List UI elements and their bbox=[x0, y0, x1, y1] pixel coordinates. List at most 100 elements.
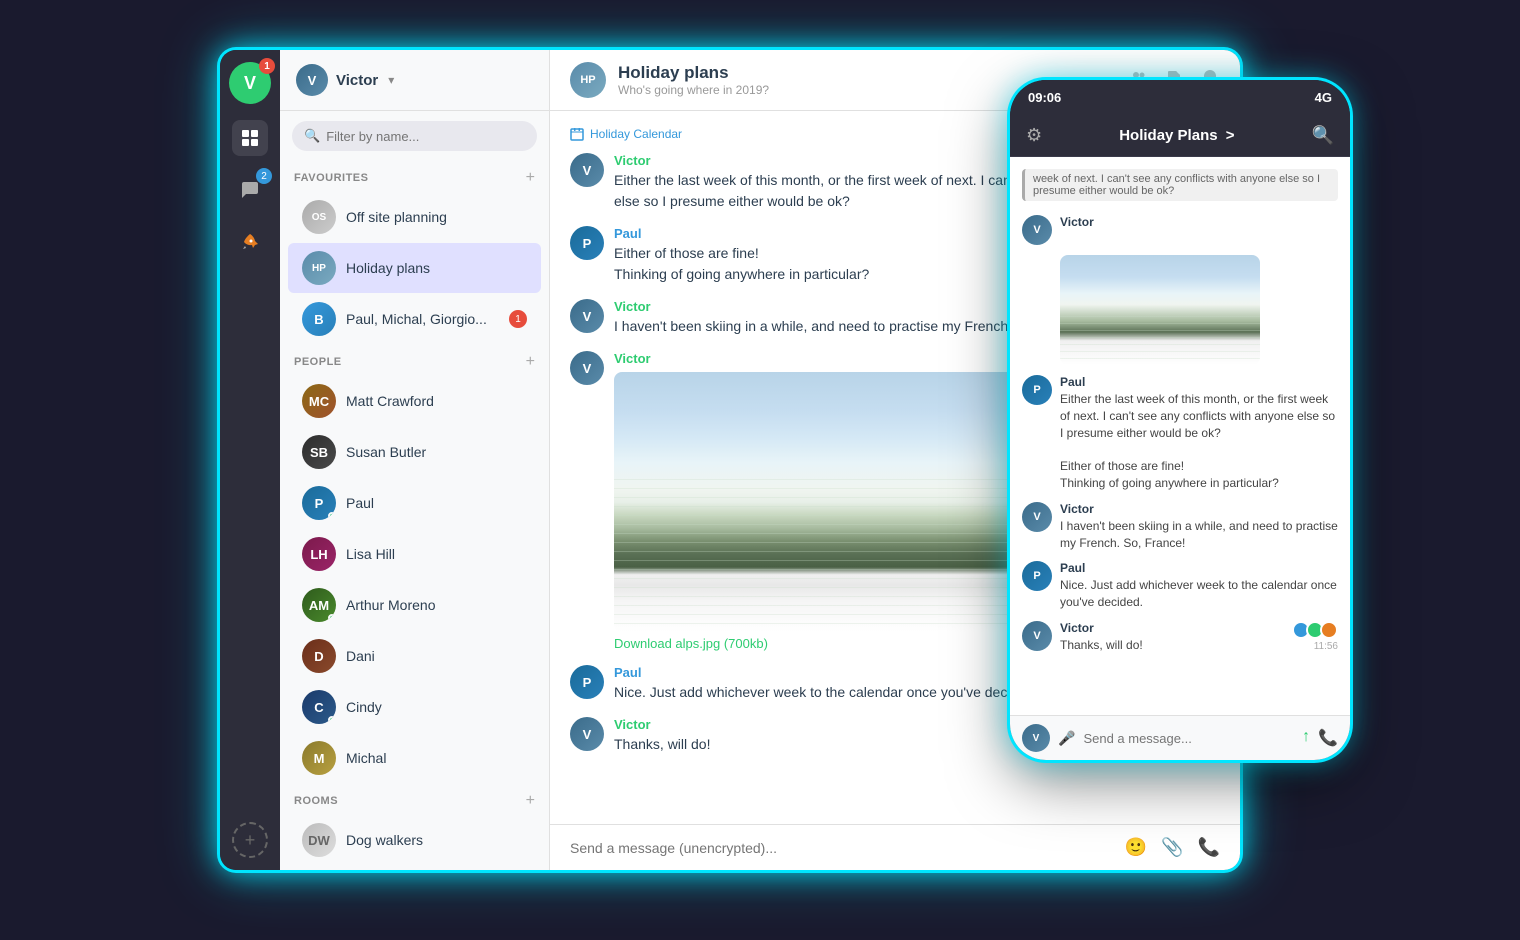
conv-name-dani: Dani bbox=[346, 648, 375, 664]
grid-icon bbox=[240, 128, 260, 148]
conv-avatar-dani: D bbox=[302, 639, 336, 673]
conv-avatar-arthur: AM bbox=[302, 588, 336, 622]
phone-messages: week of next. I can't see any conflicts … bbox=[1010, 157, 1350, 715]
rooms-label: ROOMS bbox=[294, 795, 338, 807]
people-label: PEOPLE bbox=[294, 356, 342, 368]
favourites-section-header: FAVOURITES + bbox=[280, 161, 549, 191]
phone-gear-icon[interactable]: ⚙ bbox=[1026, 125, 1042, 146]
msg-meta: 11:56 bbox=[1296, 621, 1338, 652]
msg-avatar-paul-1: P bbox=[570, 226, 604, 260]
conv-item-lisa[interactable]: LH Lisa Hill bbox=[288, 529, 541, 579]
conv-item-cindy[interactable]: C Cindy bbox=[288, 682, 541, 732]
phone-header: ⚙ Holiday Plans > 🔍 bbox=[1010, 115, 1350, 157]
conv-item-offsite[interactable]: OS Off site planning bbox=[288, 192, 541, 242]
phone-timestamp: 11:56 bbox=[1314, 641, 1338, 652]
phone-msg-name-victor-2: Victor bbox=[1060, 502, 1338, 516]
msg-avatar-victor-3: V bbox=[570, 351, 604, 385]
conv-item-susan[interactable]: SB Susan Butler bbox=[288, 427, 541, 477]
participant-avatars bbox=[1296, 621, 1338, 639]
phone-avatar-victor-2: V bbox=[1022, 502, 1052, 532]
rocket-icon-btn[interactable] bbox=[232, 224, 268, 260]
phone-avatar-victor-1: V bbox=[1022, 215, 1052, 245]
phone-overlay: 09:06 4G ⚙ Holiday Plans > 🔍 week of nex… bbox=[1010, 80, 1350, 760]
phone-call-icon[interactable]: 📞 bbox=[1318, 728, 1338, 748]
participant-3 bbox=[1320, 621, 1338, 639]
conv-item-holiday[interactable]: HP Holiday plans bbox=[288, 243, 541, 293]
phone-msg-paul-1: P Paul Either the last week of this mont… bbox=[1022, 375, 1338, 492]
rocket-icon bbox=[240, 232, 260, 252]
conv-name-offsite: Off site planning bbox=[346, 209, 447, 225]
conv-item-michal[interactable]: M Michal bbox=[288, 733, 541, 783]
conv-item-arthur[interactable]: AM Arthur Moreno bbox=[288, 580, 541, 630]
conv-item-dani[interactable]: D Dani bbox=[288, 631, 541, 681]
phone-msg-text-victor-final: Thanks, will do! bbox=[1060, 637, 1288, 654]
conv-item-eng[interactable]: E Engineering bbox=[288, 866, 541, 870]
conv-sidebar: V Victor ▾ 🔍 FAVOURITES + OS bbox=[280, 50, 550, 870]
online-dot-paul bbox=[328, 512, 336, 520]
user-badge: 1 bbox=[259, 58, 275, 74]
message-icon-btn[interactable]: 2 bbox=[232, 172, 268, 208]
phone-msg-bubble-victor-2: Victor I haven't been skiing in a while,… bbox=[1060, 502, 1338, 552]
search-icon: 🔍 bbox=[304, 128, 320, 144]
search-input[interactable] bbox=[326, 129, 525, 144]
conv-avatar-offsite: OS bbox=[302, 200, 336, 234]
chat-header-avatar: HP bbox=[570, 62, 606, 98]
conv-header-name: Victor bbox=[336, 72, 378, 89]
people-section-header: PEOPLE + bbox=[280, 345, 549, 375]
conv-name-susan: Susan Butler bbox=[346, 444, 426, 460]
conv-item-paul[interactable]: P Paul bbox=[288, 478, 541, 528]
conv-item-dog[interactable]: DW Dog walkers bbox=[288, 815, 541, 865]
conv-avatar-group: B bbox=[302, 302, 336, 336]
conv-name-group: Paul, Michal, Giorgio... bbox=[346, 311, 487, 327]
add-workspace-btn[interactable]: + bbox=[232, 822, 268, 858]
online-dot-arthur bbox=[328, 614, 336, 622]
phone-msg-text-paul-1: Either the last week of this month, or t… bbox=[1060, 391, 1338, 492]
conv-name-cindy: Cindy bbox=[346, 699, 382, 715]
phone-msg-victor-1: V Victor I haven't been skiing in a whil… bbox=[1022, 502, 1338, 552]
icon-sidebar: V 1 2 bbox=[220, 50, 280, 870]
conv-avatar-dog: DW bbox=[302, 823, 336, 857]
conv-avatar-cindy: C bbox=[302, 690, 336, 724]
phone-avatar-victor-final: V bbox=[1022, 621, 1052, 651]
favourites-label: FAVOURITES bbox=[294, 172, 368, 184]
conv-avatar-matt: MC bbox=[302, 384, 336, 418]
phone-chat-input[interactable] bbox=[1083, 731, 1294, 746]
phone-msg-paul-2: P Paul Nice. Just add whichever week to … bbox=[1022, 561, 1338, 611]
conv-header-avatar: V bbox=[296, 64, 328, 96]
chat-input-icons: 🙂 📎 📞 bbox=[1125, 837, 1220, 858]
rooms-add-btn[interactable]: + bbox=[526, 792, 535, 810]
conv-item-group[interactable]: B Paul, Michal, Giorgio... 1 bbox=[288, 294, 541, 344]
conv-name-michal: Michal bbox=[346, 750, 386, 766]
message-badge: 2 bbox=[256, 168, 272, 184]
favourites-add-btn[interactable]: + bbox=[526, 169, 535, 187]
phone-input-area: V 🎤 ↑ 📞 bbox=[1010, 715, 1350, 760]
chat-input[interactable] bbox=[570, 840, 1115, 856]
phone-icon[interactable]: 📞 bbox=[1198, 837, 1220, 858]
conv-avatar-holiday: HP bbox=[302, 251, 336, 285]
phone-msg-name-victor-final: Victor bbox=[1060, 621, 1288, 635]
attachment-icon[interactable]: 📎 bbox=[1161, 837, 1183, 858]
conv-name-arthur: Arthur Moreno bbox=[346, 597, 435, 613]
emoji-icon[interactable]: 🙂 bbox=[1125, 837, 1147, 858]
phone-title: Holiday Plans > bbox=[1052, 127, 1301, 144]
phone-send-icon[interactable]: ↑ bbox=[1302, 728, 1310, 748]
msg-avatar-victor-4: V bbox=[570, 717, 604, 751]
phone-search-icon[interactable]: 🔍 bbox=[1312, 125, 1334, 146]
grid-icon-btn[interactable] bbox=[232, 120, 268, 156]
phone-msg-text-paul-2: Nice. Just add whichever week to the cal… bbox=[1060, 577, 1338, 611]
conv-name-matt: Matt Crawford bbox=[346, 393, 434, 409]
plus-icon: + bbox=[245, 830, 256, 851]
search-box[interactable]: 🔍 bbox=[292, 121, 537, 151]
conv-item-matt[interactable]: MC Matt Crawford bbox=[288, 376, 541, 426]
phone-msg-name-paul-1: Paul bbox=[1060, 375, 1338, 389]
calendar-icon bbox=[570, 127, 584, 141]
people-add-btn[interactable]: + bbox=[526, 353, 535, 371]
phone-input-icons: ↑ 📞 bbox=[1302, 728, 1338, 748]
user-avatar[interactable]: V 1 bbox=[229, 62, 271, 104]
msg-avatar-victor-1: V bbox=[570, 153, 604, 187]
chat-input-area: 🙂 📎 📞 bbox=[550, 824, 1240, 870]
phone-signal: 4G bbox=[1315, 90, 1332, 105]
phone-msg-bubble-paul-2: Paul Nice. Just add whichever week to th… bbox=[1060, 561, 1338, 611]
online-dot-cindy bbox=[328, 716, 336, 724]
message-icon bbox=[240, 180, 260, 200]
